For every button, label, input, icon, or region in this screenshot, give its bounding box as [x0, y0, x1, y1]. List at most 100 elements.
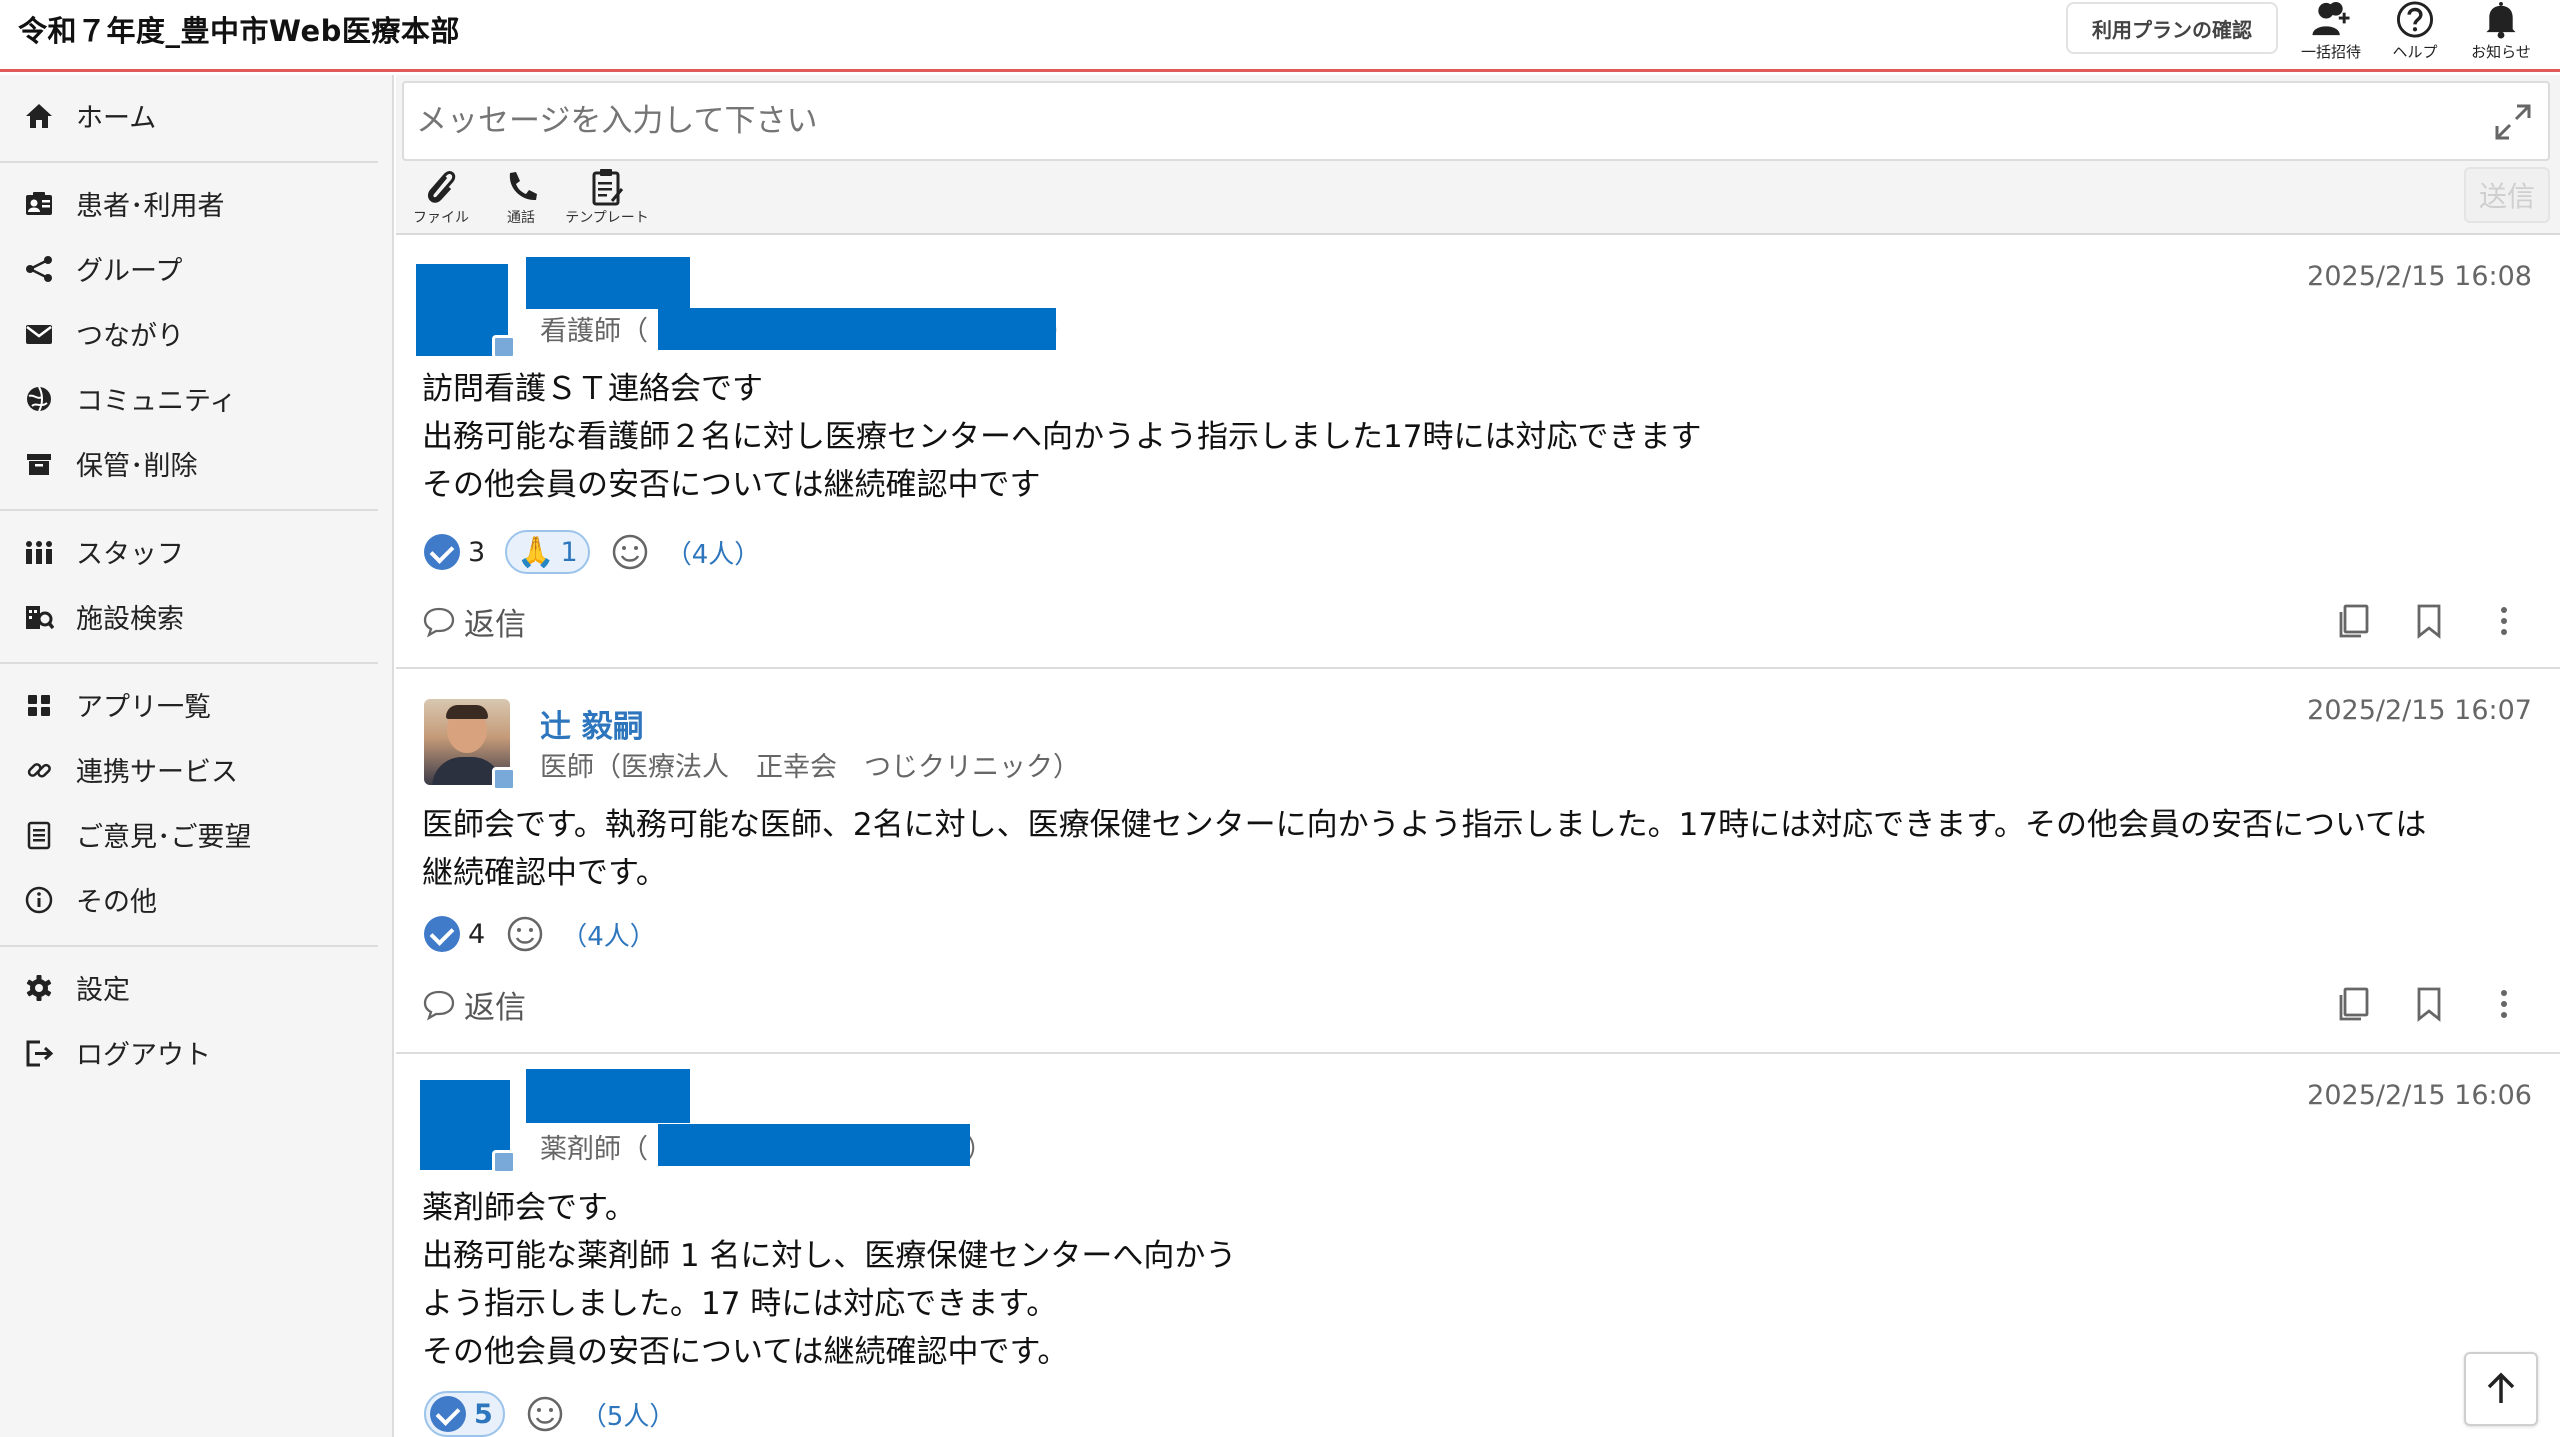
check-reaction-icon[interactable] [424, 534, 460, 570]
sidebar-item-integrations[interactable]: 連携サービス [0, 741, 392, 797]
sidebar-divider [0, 662, 378, 664]
reaction-bar: 4 （4人） [424, 912, 656, 956]
verified-badge-icon [492, 335, 516, 359]
reply-button[interactable]: 返信 [422, 982, 526, 1026]
gear-icon [26, 975, 52, 1001]
help-label: ヘルプ [2392, 43, 2438, 61]
help-icon [2396, 1, 2434, 38]
bookmark-icon[interactable] [2409, 984, 2449, 1024]
add-reaction-smile-icon[interactable] [525, 1394, 565, 1434]
scroll-to-top-button[interactable] [2464, 1352, 2538, 1426]
sidebar-item-label: 患者･利用者 [76, 190, 225, 222]
plan-check-button[interactable]: 利用プランの確認 [2066, 2, 2278, 54]
bulk-invite-button[interactable]: 一括招待 [2290, 0, 2372, 62]
message-post: 看護師（） 2025/2/15 16:08 訪問看護ＳＴ連絡会です 出務可能な看… [396, 237, 2560, 669]
sidebar: ホーム 患者･利用者 グループ つながり コミュニティ 保管･削除 スタッフ 施… [0, 75, 394, 1437]
reaction-bar: 3 🙏 1 （4人） [424, 530, 760, 574]
patient-card-icon [26, 192, 52, 215]
reacted-people-count[interactable]: （5人） [581, 1396, 676, 1433]
reaction-bar: 5 （5人） [424, 1391, 676, 1437]
pray-reaction[interactable]: 🙏 1 [505, 530, 590, 574]
check-reaction[interactable]: 5 [424, 1391, 505, 1437]
organization-redacted [658, 308, 1056, 350]
notifications-button[interactable]: お知らせ [2460, 0, 2542, 62]
reacted-people-count[interactable]: （4人） [666, 534, 761, 571]
template-button[interactable]: テンプレート [562, 167, 652, 233]
copy-icon[interactable] [2334, 984, 2374, 1024]
sidebar-item-connections[interactable]: つながり [0, 305, 392, 361]
arrow-up-icon [2487, 1372, 2515, 1403]
expand-icon[interactable] [2492, 101, 2534, 143]
sidebar-item-label: コミュニティ [76, 385, 237, 417]
sidebar-item-feedback[interactable]: ご意見･ご要望 [0, 806, 392, 862]
post-body: 訪問看護ＳＴ連絡会です 出務可能な看護師２名に対し医療センターへ向かうよう指示し… [422, 371, 1702, 503]
sidebar-item-home[interactable]: ホーム [0, 87, 392, 143]
reacted-people-count[interactable]: （4人） [561, 916, 656, 953]
post-timestamp: 2025/2/15 16:06 [2307, 1080, 2532, 1111]
sidebar-item-settings[interactable]: 設定 [0, 959, 392, 1015]
sidebar-item-label: 連携サービス [76, 756, 238, 788]
sidebar-item-facility-search[interactable]: 施設検索 [0, 588, 392, 644]
bell-icon [2486, 1, 2516, 39]
post-timestamp: 2025/2/15 16:08 [2307, 261, 2532, 292]
home-icon [26, 104, 52, 128]
file-label: ファイル [413, 210, 469, 226]
sidebar-divider [0, 945, 378, 947]
app-title: 令和７年度_豊中市Web医療本部 [18, 14, 460, 48]
bookmark-icon[interactable] [2409, 601, 2449, 641]
post-body: 薬剤師会です。 出務可能な薬剤師 1 名に対し、医療保健センターへ向かう よう指… [422, 1190, 1237, 1370]
sidebar-item-label: その他 [76, 886, 157, 918]
sidebar-item-logout[interactable]: ログアウト [0, 1024, 392, 1080]
message-composer: ファイル 通話 テンプレート 送信 [396, 75, 2560, 235]
add-reaction-smile-icon[interactable] [610, 532, 650, 572]
sidebar-item-label: ホーム [76, 102, 157, 134]
sidebar-item-label: 施設検索 [76, 603, 184, 635]
sidebar-item-label: つながり [76, 320, 184, 352]
add-reaction-smile-icon[interactable] [505, 914, 545, 954]
post-timestamp: 2025/2/15 16:07 [2307, 695, 2532, 726]
staff-icon [26, 541, 52, 564]
paperclip-icon [427, 171, 456, 203]
more-options-icon[interactable] [2484, 984, 2524, 1024]
sidebar-item-groups[interactable]: グループ [0, 240, 392, 296]
reply-button[interactable]: 返信 [422, 599, 526, 643]
check-count: 4 [468, 918, 486, 950]
verified-badge-icon [492, 1150, 516, 1174]
check-reaction-icon [430, 1396, 466, 1432]
message-post: 辻 毅嗣 医師（医療法人 正幸会 つじクリニック） 2025/2/15 16:0… [396, 669, 2560, 1054]
speech-bubble-icon [423, 607, 455, 638]
author-name[interactable]: 辻 毅嗣 [540, 701, 644, 746]
author-name-redacted [526, 257, 690, 309]
sidebar-item-community[interactable]: コミュニティ [0, 370, 392, 426]
sidebar-item-archive[interactable]: 保管･削除 [0, 435, 392, 491]
sidebar-divider [0, 509, 378, 511]
copy-icon[interactable] [2334, 601, 2374, 641]
help-button[interactable]: ヘルプ [2374, 0, 2456, 62]
check-reaction-icon[interactable] [424, 916, 460, 952]
grid-icon [28, 695, 50, 716]
author-role: 医師（医療法人 正幸会 つじクリニック） [540, 752, 1080, 783]
logout-icon [26, 1040, 54, 1067]
facility-search-icon [26, 606, 54, 630]
sidebar-item-apps[interactable]: アプリ一覧 [0, 676, 392, 732]
link-icon [27, 763, 51, 778]
sidebar-item-staff[interactable]: スタッフ [0, 523, 392, 579]
verified-badge-icon [492, 767, 516, 791]
bulk-invite-label: 一括招待 [2300, 43, 2361, 61]
message-input[interactable] [402, 81, 2550, 161]
call-button[interactable]: 通話 [476, 167, 566, 233]
pray-emoji-icon: 🙏 [517, 534, 555, 570]
phone-icon [509, 172, 537, 201]
sidebar-item-other[interactable]: その他 [0, 871, 392, 927]
organization-redacted [658, 1124, 970, 1166]
attach-file-button[interactable]: ファイル [396, 167, 486, 233]
notifications-label: お知らせ [2471, 43, 2531, 61]
more-options-icon[interactable] [2484, 601, 2524, 641]
sidebar-item-patients[interactable]: 患者･利用者 [0, 175, 392, 231]
send-button[interactable]: 送信 [2464, 167, 2550, 223]
message-post: 薬剤師（） 2025/2/15 16:06 薬剤師会です。 出務可能な薬剤師 1… [396, 1054, 2560, 1437]
sidebar-item-label: ご意見･ご要望 [76, 821, 252, 853]
reply-label: 返信 [464, 989, 526, 1026]
archive-icon [27, 454, 51, 475]
check-count: 5 [474, 1398, 493, 1430]
